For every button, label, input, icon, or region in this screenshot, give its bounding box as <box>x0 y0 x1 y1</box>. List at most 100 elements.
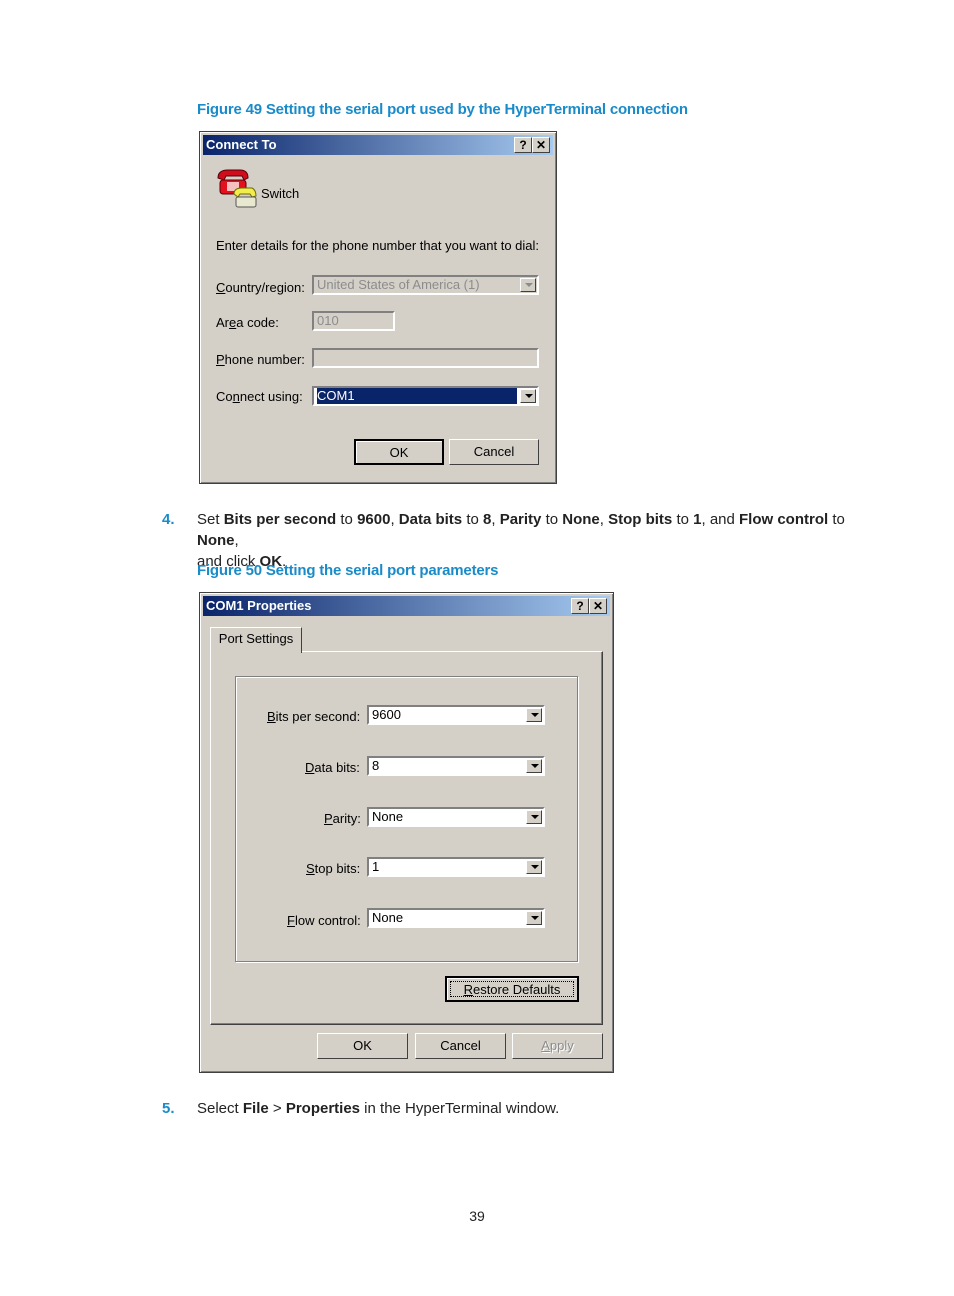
restore-defaults-button[interactable]: Restore Defaults <box>445 976 579 1002</box>
help-button[interactable]: ? <box>571 598 589 614</box>
connect-using-select[interactable]: COM1 <box>312 386 539 406</box>
chevron-down-icon[interactable] <box>526 810 542 824</box>
text: Select <box>197 1100 243 1117</box>
chevron-down-icon[interactable] <box>526 708 542 722</box>
label-part: its per second: <box>275 709 361 724</box>
connect-to-dialog: Connect To ? ✕ Switch Enter details for … <box>199 131 557 484</box>
text: , and <box>701 511 740 528</box>
data-bits-value: 8 <box>372 758 380 773</box>
label-part: top bits: <box>314 861 361 876</box>
menu-file: File <box>242 1100 269 1117</box>
com1-properties-dialog: COM1 Properties ? ✕ Port Settings Bits p… <box>199 592 614 1073</box>
text: to <box>462 511 484 528</box>
term: Flow control <box>739 511 829 528</box>
label-part: nect using: <box>239 389 303 404</box>
label-part: low control: <box>294 913 361 928</box>
term: Data bits <box>398 511 463 528</box>
apply-button: Apply <box>512 1033 603 1059</box>
dialog-title: COM1 Properties <box>206 598 312 613</box>
cancel-button[interactable]: Cancel <box>449 439 539 465</box>
text: to <box>336 511 358 528</box>
label-accelerator: A <box>541 1038 550 1053</box>
label-accelerator: F <box>287 913 295 928</box>
ok-button[interactable]: OK <box>354 439 444 465</box>
label-part: arity: <box>332 811 361 826</box>
data-bits-label: Data bits: <box>305 760 360 775</box>
label-part: a code: <box>236 315 279 330</box>
label-accelerator: n <box>232 389 240 404</box>
cancel-button[interactable]: Cancel <box>415 1033 506 1059</box>
text: in the HyperTerminal window. <box>360 1100 560 1117</box>
parity-value: None <box>372 809 404 824</box>
connection-name: Switch <box>261 186 300 201</box>
text: to <box>828 511 845 528</box>
flow-control-select[interactable]: None <box>367 908 545 928</box>
bits-per-second-label: Bits per second: <box>267 709 360 724</box>
value: None <box>197 532 235 549</box>
text: to <box>672 511 694 528</box>
focus-ring <box>450 981 574 997</box>
text: , <box>491 511 500 528</box>
tab-port-settings[interactable]: Port Settings <box>210 627 302 653</box>
instruction-text: Enter details for the phone number that … <box>216 238 540 253</box>
area-code-value: 010 <box>317 313 339 328</box>
text: , <box>390 511 399 528</box>
step-number: 4. <box>162 511 175 528</box>
term: Parity <box>499 511 542 528</box>
close-button[interactable]: ✕ <box>532 137 550 153</box>
ok-button[interactable]: OK <box>317 1033 408 1059</box>
area-code-label: Area code: <box>216 315 279 330</box>
label-part: Ar <box>216 315 229 330</box>
stop-bits-select[interactable]: 1 <box>367 857 545 877</box>
close-button[interactable]: ✕ <box>589 598 607 614</box>
data-bits-select[interactable]: 8 <box>367 756 545 776</box>
flow-control-value: None <box>372 910 404 925</box>
text: > <box>268 1100 286 1117</box>
label-part: pply <box>549 1038 574 1053</box>
help-button[interactable]: ? <box>514 137 532 153</box>
step-number: 5. <box>162 1100 175 1117</box>
term: Stop bits <box>608 511 673 528</box>
chevron-down-icon[interactable] <box>526 860 542 874</box>
text: Set <box>197 511 224 528</box>
chevron-down-icon <box>520 278 536 292</box>
connect-using-value: COM1 <box>317 388 517 404</box>
label-accelerator: P <box>216 352 225 367</box>
label-part: hone number: <box>224 352 305 367</box>
flow-control-label: Flow control: <box>287 913 361 928</box>
figure-50-caption: Figure 50 Setting the serial port parame… <box>197 562 499 579</box>
value: 9600 <box>357 511 391 528</box>
connect-using-label: Connect using: <box>216 389 303 404</box>
title-bar: Connect To ? ✕ <box>203 135 553 155</box>
area-code-input: 010 <box>312 311 395 331</box>
parity-select[interactable]: None <box>367 807 545 827</box>
title-bar: COM1 Properties ? ✕ <box>203 596 610 616</box>
chevron-down-icon[interactable] <box>526 759 542 773</box>
menu-properties: Properties <box>285 1100 361 1117</box>
chevron-down-icon[interactable] <box>520 389 536 403</box>
bits-per-second-value: 9600 <box>372 707 401 722</box>
dialog-title: Connect To <box>206 137 277 152</box>
chevron-down-icon[interactable] <box>526 911 542 925</box>
label-accelerator: S <box>306 861 315 876</box>
step-4: 4. Set Bits per second to 9600, Data bit… <box>162 509 922 570</box>
term: Bits per second <box>223 511 337 528</box>
country-region-select: United States of America (1) <box>312 275 539 295</box>
parity-label: Parity: <box>324 811 361 826</box>
label-part: ata bits: <box>314 760 360 775</box>
label-part: ountry/region: <box>225 280 305 295</box>
text: , <box>599 511 609 528</box>
text: to <box>541 511 563 528</box>
label-accelerator: C <box>216 280 226 295</box>
phone-icon <box>217 169 257 208</box>
text: , <box>234 532 239 549</box>
country-region-label: Country/region: <box>216 280 305 295</box>
phone-number-label: Phone number: <box>216 352 305 367</box>
step-5: 5. Select File > Properties in the Hyper… <box>162 1098 922 1120</box>
value: None <box>562 511 600 528</box>
label-part: Co <box>216 389 233 404</box>
stop-bits-label: Stop bits: <box>306 861 360 876</box>
bits-per-second-select[interactable]: 9600 <box>367 705 545 725</box>
phone-number-input <box>312 348 539 368</box>
country-region-value: United States of America (1) <box>317 277 480 292</box>
